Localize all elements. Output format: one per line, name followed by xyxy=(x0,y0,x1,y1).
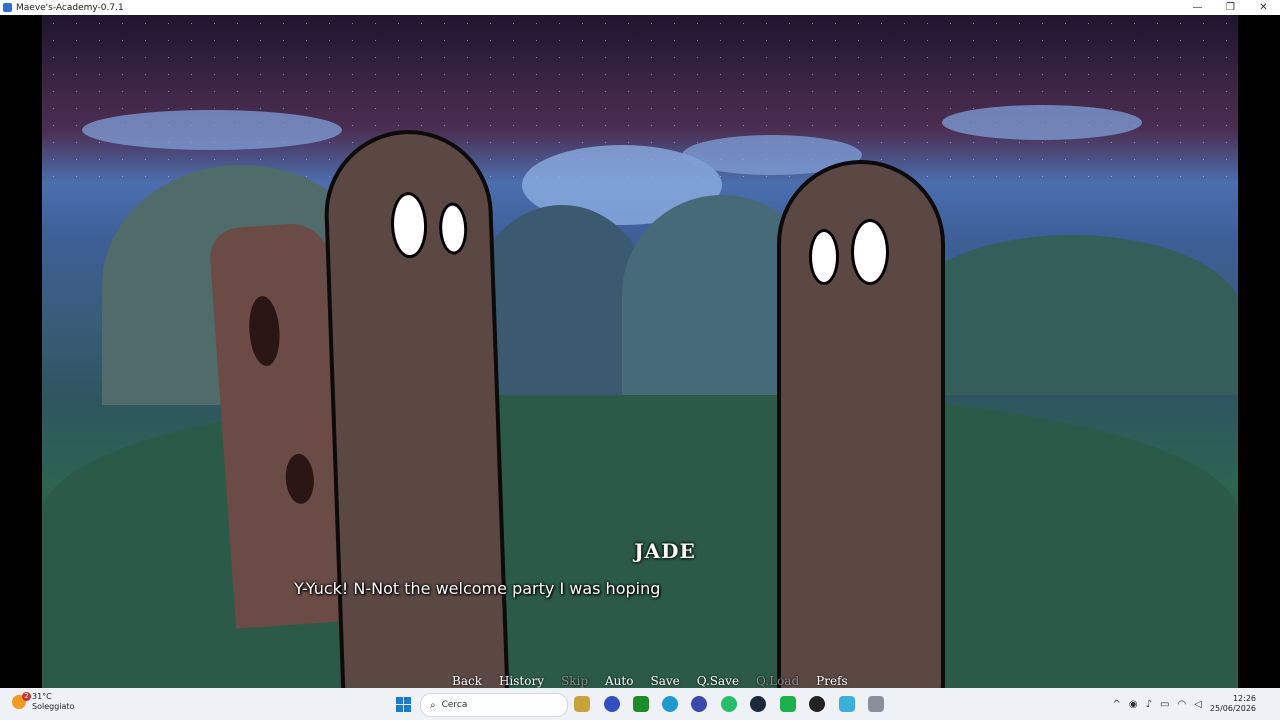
weather-condition: Soleggiato xyxy=(32,702,75,711)
game-viewport[interactable]: JADE Y-Yuck! N-Not the welcome party I w… xyxy=(42,15,1238,688)
system-tray: ^ ◉ ♪ ▭ ◠ ◁ 12:26 25/06/2026 xyxy=(1112,688,1280,720)
xbox-icon[interactable] xyxy=(633,696,649,712)
notification-badge: 2 xyxy=(22,692,31,701)
creature-eye xyxy=(389,191,429,259)
creature-eye xyxy=(809,229,839,285)
cloud xyxy=(942,105,1142,140)
clock[interactable]: 12:26 25/06/2026 xyxy=(1210,694,1256,714)
whatsapp-icon[interactable] xyxy=(721,696,737,712)
minimize-button[interactable]: — xyxy=(1181,0,1214,15)
taskbar: 2 31°C Soleggiato ⌕ Cerca ^ ◉ ♪ ▭ ◠ ◁ 12… xyxy=(0,688,1280,720)
window-title: Maeve's-Academy-0.7.1 xyxy=(16,2,124,13)
weather-temperature: 31°C xyxy=(32,692,52,701)
search-box[interactable]: ⌕ Cerca xyxy=(420,693,568,717)
battery-icon[interactable]: ▭ xyxy=(1160,699,1169,710)
start-button[interactable] xyxy=(396,697,411,712)
microphone-icon[interactable]: ♪ xyxy=(1146,699,1152,710)
weather-widget[interactable]: 2 31°C Soleggiato xyxy=(12,692,74,712)
dialogue-text: Y-Yuck! N-Not the welcome party I was ho… xyxy=(294,579,661,598)
app-icon-dark[interactable] xyxy=(809,696,825,712)
skip-button[interactable]: Skip xyxy=(561,674,588,688)
back-button[interactable]: Back xyxy=(452,674,482,688)
prefs-button[interactable]: Prefs xyxy=(816,674,848,688)
search-placeholder: Cerca xyxy=(441,700,468,710)
app-icon xyxy=(3,3,12,12)
speaker-name: JADE xyxy=(634,539,696,563)
close-button[interactable]: ✕ xyxy=(1247,0,1280,15)
forest-background xyxy=(902,235,1238,395)
sun-icon: 2 xyxy=(12,692,31,709)
wifi-icon[interactable]: ◠ xyxy=(1177,699,1186,710)
game-window-icon[interactable] xyxy=(839,696,855,712)
right-mud-creature xyxy=(777,160,945,688)
maximize-button[interactable]: ❐ xyxy=(1214,0,1247,15)
steam-icon[interactable] xyxy=(750,696,766,712)
clock-date: 25/06/2026 xyxy=(1209,704,1256,713)
history-button[interactable]: History xyxy=(499,674,544,688)
quick-menu: Back History Skip Auto Save Q.Save Q.Loa… xyxy=(452,674,865,688)
show-hidden-icons[interactable]: ^ xyxy=(1112,699,1120,710)
snipping-tool-icon[interactable] xyxy=(868,696,884,712)
save-button[interactable]: Save xyxy=(650,674,679,688)
search-icon: ⌕ xyxy=(430,699,436,711)
volume-icon[interactable]: ◁ xyxy=(1194,699,1202,710)
creature-eye xyxy=(438,202,469,256)
clock-time: 12:26 xyxy=(1232,694,1256,703)
cloud xyxy=(82,110,342,150)
stump-hole xyxy=(284,452,316,505)
app-icon-blue[interactable] xyxy=(604,696,620,712)
left-mud-creature xyxy=(321,127,511,688)
creature-eye xyxy=(851,219,889,285)
file-explorer-icon[interactable] xyxy=(574,696,590,712)
quick-save-button[interactable]: Q.Save xyxy=(697,674,739,688)
network-status-icon[interactable]: ◉ xyxy=(1129,699,1138,710)
app-icon-purple[interactable] xyxy=(691,696,707,712)
auto-button[interactable]: Auto xyxy=(605,674,633,688)
window-title-bar: Maeve's-Academy-0.7.1 — ❐ ✕ xyxy=(0,0,1280,15)
app-icon-green[interactable] xyxy=(780,696,796,712)
quick-load-button[interactable]: Q.Load xyxy=(756,674,799,688)
stump-hole xyxy=(246,295,282,367)
edge-browser-icon[interactable] xyxy=(662,696,678,712)
